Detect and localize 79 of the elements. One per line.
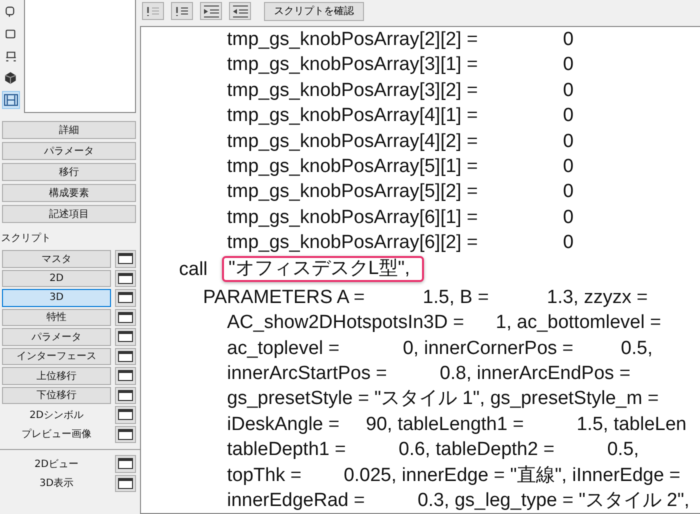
window-icon [118, 390, 133, 401]
code-text: PARAMETERS A = 1.5, B = 1.3, zzyzx = [203, 286, 648, 310]
code-value: 0 [563, 28, 575, 52]
script-button[interactable]: 2Dビュー [2, 455, 111, 472]
code-value: 0 [563, 206, 575, 230]
open-window-button[interactable] [115, 328, 136, 346]
window-icon [118, 331, 133, 342]
code-text: iDeskAngle = 90, tableLength1 = 1.5, tableLen [227, 412, 686, 437]
script-button[interactable]: プレビュー画像 [2, 426, 111, 443]
script-button[interactable]: 3D [2, 289, 111, 306]
toolbar-button[interactable] [200, 2, 222, 20]
window-icon [118, 292, 133, 304]
script-button[interactable]: 3D表示 [2, 474, 111, 492]
open-window-button[interactable] [115, 455, 136, 472]
open-window-button[interactable] [115, 289, 136, 306]
window-icon [118, 272, 133, 284]
code-text: tmp_gs_knobPosArray[6][2] = [227, 231, 478, 256]
window-icon [118, 428, 133, 440]
code-text: innerEdgeRad = 0.3, gs_leg_type = "スタイル 2", [227, 489, 690, 513]
code-text: tmp_gs_knobPosArray[4][1] = [227, 104, 478, 128]
window-icon [118, 253, 133, 264]
code-text: tableDepth1 = 0.6, tableDepth2 = 0.5, [227, 438, 639, 462]
open-window-button[interactable] [115, 308, 136, 326]
script-button[interactable]: パラメータ [2, 328, 111, 346]
panel-button[interactable]: 記述項目 [2, 205, 136, 223]
code-value: 0 [563, 130, 575, 154]
indent-icon [201, 3, 221, 19]
code-text: gs_presetStyle = "スタイル 1", gs_presetStyle_m = [227, 387, 659, 412]
window-icon [118, 370, 133, 382]
code-text: innerArcStartPos = 0.8, innerArcEndPos = [227, 362, 630, 386]
code-text: tmp_gs_knobPosArray[5][2] = [227, 180, 478, 204]
script-button[interactable]: インターフェース [2, 348, 111, 365]
open-window-button[interactable] [115, 426, 136, 443]
open-window-button[interactable] [115, 474, 136, 492]
script-button[interactable]: マスタ [2, 250, 111, 268]
window-icon [118, 478, 133, 489]
code-value: 0 [563, 53, 575, 78]
open-window-button[interactable] [115, 406, 136, 424]
code-text: tmp_gs_knobPosArray[6][1] = [227, 206, 478, 230]
script-label: スクリプト [0, 232, 52, 246]
open-window-button[interactable] [115, 270, 136, 287]
window-icon [118, 458, 133, 470]
code-value: 0 [563, 154, 575, 179]
code-value: 0 [563, 78, 575, 103]
view-mode-icon[interactable] [2, 91, 20, 109]
check-script-button[interactable]: スクリプトを確認 [264, 2, 364, 20]
script-button[interactable]: 下位移行 [2, 386, 111, 404]
code-text: tmp_gs_knobPosArray[4][2] = [227, 130, 478, 154]
window-icon [118, 409, 133, 420]
code-text: tmp_gs_knobPosArray[5][1] = [227, 154, 478, 179]
code-text: tmp_gs_knobPosArray[2][2] = [227, 28, 478, 52]
script-editor[interactable] [140, 26, 700, 514]
window-icon [118, 350, 133, 362]
panel-button[interactable]: 構成要素 [2, 184, 136, 202]
code-text: tmp_gs_knobPosArray[3][1] = [227, 53, 478, 78]
script-button[interactable]: 2D [2, 270, 111, 287]
panel-button[interactable]: パラメータ [2, 142, 136, 160]
window-icon [118, 312, 133, 323]
code-value: 0 [563, 180, 575, 204]
toolbar-button[interactable] [171, 2, 193, 20]
open-window-button[interactable] [115, 367, 136, 384]
panel-button[interactable]: 移行 [2, 163, 136, 181]
code-value: 0 [563, 104, 575, 128]
script-button[interactable]: 上位移行 [2, 367, 111, 384]
open-window-button[interactable] [115, 250, 136, 268]
code-keyword: call [179, 258, 208, 282]
highlighted-string: "オフィスデスクL型", [222, 256, 424, 282]
code-text: AC_show2DHotspotsIn3D = 1, ac_bottomlevel = [227, 311, 662, 336]
code-value: 0 [563, 231, 575, 256]
panel-button[interactable]: 詳細 [2, 121, 136, 139]
toolbar-button[interactable] [229, 2, 251, 20]
script-button[interactable]: 2Dシンボル [2, 406, 111, 424]
code-text: ac_toplevel = 0, innerCornerPos = 0.5, [227, 336, 653, 361]
open-window-button[interactable] [115, 386, 136, 404]
outdent-icon [230, 3, 250, 19]
open-window-button[interactable] [115, 348, 136, 365]
script-button[interactable]: 特性 [2, 308, 111, 326]
code-text: tmp_gs_knobPosArray[3][2] = [227, 78, 478, 103]
code-text: topThk = 0.025, innerEdge = "直線", iInnerEdge = [227, 464, 680, 488]
